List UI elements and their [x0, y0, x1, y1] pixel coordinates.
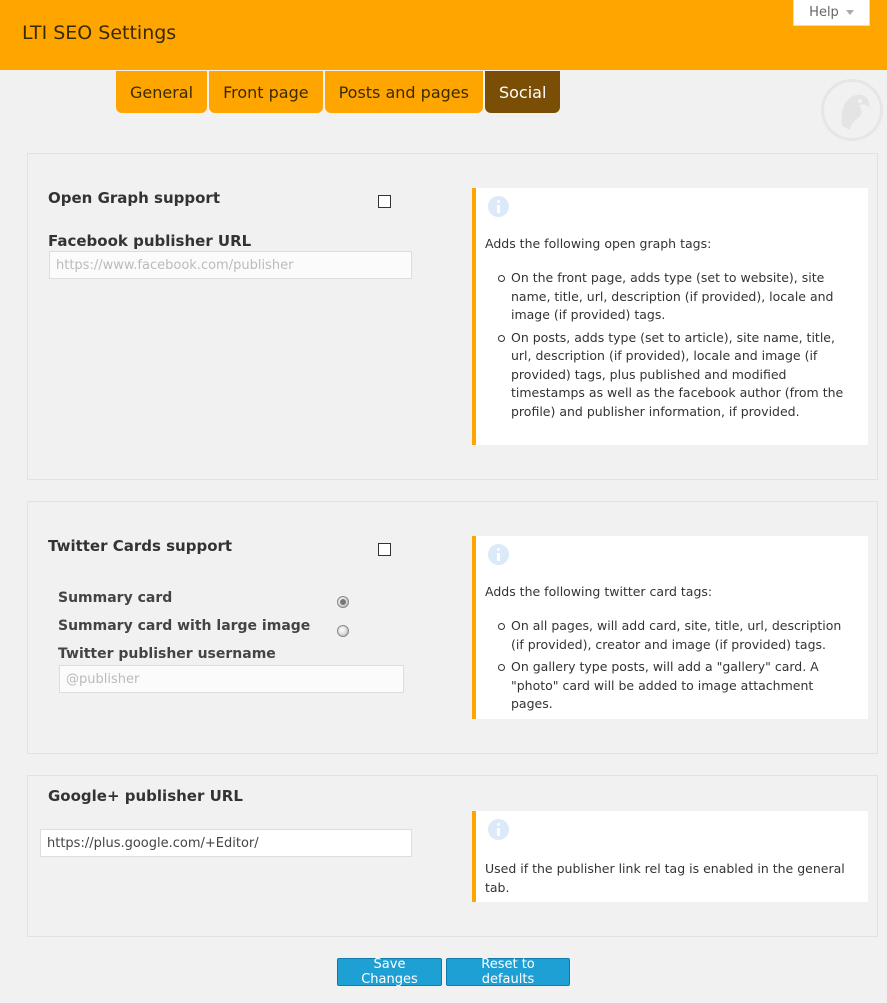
reset-to-defaults-button[interactable]: Reset to defaults	[446, 957, 570, 987]
open-graph-checkbox[interactable]	[378, 195, 391, 208]
facebook-url-label: Facebook publisher URL	[48, 232, 252, 250]
page-title: LTI SEO Settings	[22, 22, 177, 44]
save-changes-button[interactable]: Save Changes	[337, 957, 442, 987]
tab-posts-and-pages[interactable]: Posts and pages	[324, 71, 483, 113]
summary-card-radio[interactable]	[337, 596, 349, 608]
google-plus-url-input[interactable]	[40, 829, 412, 857]
info-icon	[488, 544, 509, 565]
summary-large-image-label: Summary card with large image	[58, 618, 311, 634]
tab-general[interactable]: General	[116, 71, 208, 113]
open-graph-info-intro: Adds the following open graph tags:	[485, 236, 712, 251]
list-item: On the front page, adds type (set to web…	[498, 269, 858, 325]
open-graph-panel: Open Graph support Facebook publisher UR…	[27, 153, 878, 480]
info-icon	[488, 196, 509, 217]
twitter-username-label: Twitter publisher username	[58, 646, 276, 662]
open-graph-label: Open Graph support	[48, 189, 220, 207]
twitter-info-list: On all pages, will add card, site, title…	[485, 617, 858, 718]
list-item: On all pages, will add card, site, title…	[498, 617, 858, 654]
twitter-info-box: Adds the following twitter card tags: On…	[472, 536, 868, 719]
help-button[interactable]: Help	[793, 0, 870, 26]
google-plus-label: Google+ publisher URL	[48, 787, 243, 805]
info-icon	[488, 819, 509, 840]
tab-social[interactable]: Social	[484, 71, 561, 113]
twitter-cards-checkbox[interactable]	[378, 543, 391, 556]
parrot-logo-icon	[821, 79, 883, 141]
facebook-url-input[interactable]	[49, 251, 412, 279]
twitter-username-input[interactable]	[59, 665, 404, 693]
list-item: On posts, adds type (set to article), si…	[498, 329, 858, 422]
admin-header: LTI SEO Settings Help	[0, 0, 887, 70]
open-graph-info-list: On the front page, adds type (set to web…	[485, 269, 858, 425]
twitter-cards-label: Twitter Cards support	[48, 537, 233, 555]
open-graph-info-box: Adds the following open graph tags: On t…	[472, 188, 868, 445]
twitter-info-intro: Adds the following twitter card tags:	[485, 584, 713, 599]
help-label: Help	[809, 5, 839, 20]
caret-down-icon	[845, 10, 854, 15]
summary-card-label: Summary card	[58, 590, 173, 606]
google-plus-panel: Google+ publisher URL Used if the publis…	[27, 775, 878, 937]
settings-tabs: General Front page Posts and pages Socia…	[116, 71, 561, 113]
google-plus-info-text: Used if the publisher link rel tag is en…	[485, 861, 845, 895]
summary-large-image-radio[interactable]	[337, 625, 349, 637]
tab-front-page[interactable]: Front page	[209, 71, 323, 113]
google-plus-info-box: Used if the publisher link rel tag is en…	[472, 811, 868, 902]
twitter-panel: Twitter Cards support Summary card Summa…	[27, 501, 878, 754]
list-item: On gallery type posts, will add a "galle…	[498, 658, 858, 714]
